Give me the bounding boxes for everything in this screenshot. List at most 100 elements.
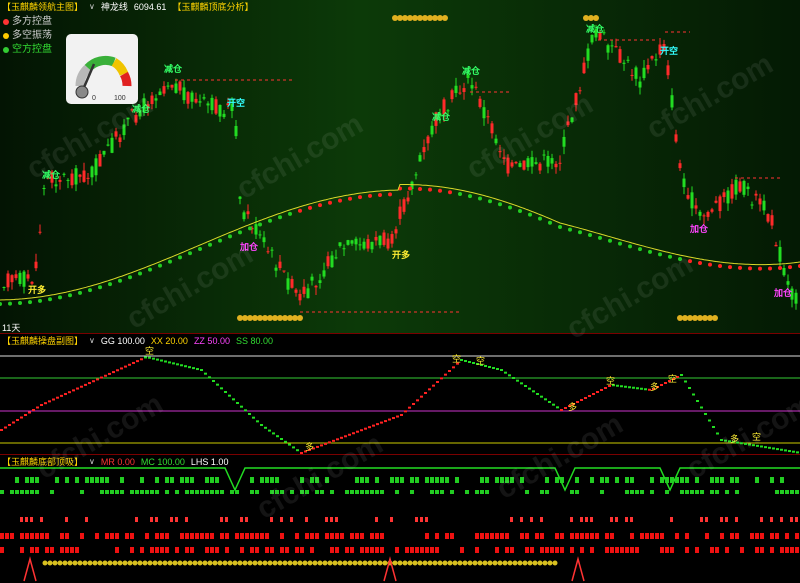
candle-body [270, 249, 274, 251]
oscillator-mark [752, 444, 755, 447]
signal-bar [370, 490, 374, 494]
signal-bar [220, 517, 223, 522]
signal-bar [500, 533, 504, 539]
signal-label: 减仓 [586, 23, 605, 34]
oscillator-panel[interactable]: 空空空空空空多多多多 【玉麒麟操盘副图】 ∨ GG 100.00 XX 20.0… [0, 334, 800, 454]
signal-bar [200, 490, 204, 494]
signal-bar [520, 517, 523, 522]
signal-bar [250, 490, 254, 494]
signal-bar [755, 533, 759, 539]
candle-body [274, 267, 278, 271]
candle-body [430, 125, 434, 135]
param-mc: MC 100.00 [140, 457, 185, 467]
oscillator-mark [176, 363, 179, 366]
coin-marker [67, 560, 73, 566]
candle-body [338, 242, 342, 246]
coin-marker [467, 560, 473, 566]
signal-bar [490, 533, 494, 539]
signal-bar [150, 490, 154, 494]
signal-bar [365, 490, 369, 494]
candle-body [82, 170, 86, 182]
coin-marker [527, 560, 533, 566]
candle-body [734, 179, 738, 195]
coin-marker [327, 560, 333, 566]
bottom-signal-canvas[interactable] [0, 455, 800, 583]
coin-marker [277, 560, 283, 566]
signal-bar [770, 533, 774, 539]
oscillator-mark [100, 376, 103, 379]
signal-bar [330, 533, 334, 539]
coin-marker [472, 560, 478, 566]
signal-bar [315, 490, 319, 494]
candle-body [190, 92, 194, 102]
signal-bar [590, 533, 594, 539]
candle-body [318, 280, 322, 284]
signal-bar [710, 547, 714, 553]
signal-bar [35, 533, 39, 539]
signal-bar [775, 490, 779, 494]
signal-bar [640, 490, 644, 494]
indicator-name: 神龙线 [100, 2, 128, 12]
trend-dot [268, 218, 272, 223]
signal-label: 开多 [392, 249, 410, 260]
signal-bar [580, 547, 584, 553]
signal-bar [10, 533, 14, 539]
candle-body [578, 90, 582, 92]
signal-bar [520, 533, 524, 539]
signal-bar [280, 533, 284, 539]
signal-bar [20, 533, 24, 539]
signal-bar [650, 490, 654, 494]
chevron-down-icon[interactable]: ∨ [89, 1, 95, 13]
legend-item-bear: 空方控盘 [3, 43, 52, 57]
signal-bar [180, 533, 184, 539]
oscillator-mark [316, 445, 319, 448]
trend-dot [668, 254, 672, 259]
oscillator-mark [436, 381, 439, 383]
coin-marker [192, 560, 198, 566]
trend-dot [368, 193, 372, 198]
candle-body [782, 267, 786, 276]
signal-bar [395, 547, 399, 553]
signal-bar [30, 517, 33, 522]
oscillator-mark [328, 441, 331, 444]
candle-body [194, 98, 198, 103]
trend-dot [138, 271, 142, 276]
chevron-down-icon[interactable]: ∨ [89, 456, 95, 468]
oscillator-mark [356, 430, 359, 433]
oscillator-mark [556, 406, 559, 409]
oscillator-mark [536, 393, 539, 395]
signal-bar [720, 517, 723, 522]
signal-bar [0, 547, 4, 553]
oscillator-canvas[interactable]: 空空 空空 空空多多多多 [0, 334, 800, 454]
candle-body [422, 147, 426, 153]
main-chart-panel[interactable]: 减仓 减仓 减仓 减仓 减仓 减仓 开空 开空 开多 开多 加仓 加仓 加仓 【玉麒麟领航主图】 ∨ 神… [0, 0, 800, 333]
candle-body [110, 137, 114, 153]
coin-marker [312, 560, 318, 566]
candle-body [374, 236, 378, 241]
signal-bar [670, 547, 674, 553]
chevron-down-icon[interactable]: ∨ [89, 335, 95, 347]
oscillator-mark [776, 448, 779, 451]
signal-bar [105, 490, 109, 494]
candle-body [166, 85, 170, 87]
signal-bar [710, 490, 714, 494]
coin-marker [42, 560, 48, 566]
signal-bar [755, 477, 759, 483]
signal-bar [270, 547, 274, 553]
oscillator-mark [140, 358, 143, 361]
signal-bar [635, 547, 639, 553]
signal-bar [65, 517, 68, 522]
signal-bar [400, 477, 404, 483]
signal-bar [570, 533, 574, 539]
signal-bar [120, 490, 124, 494]
oscillator-mark [224, 391, 227, 393]
oscillator-mark [248, 413, 251, 415]
oscillator-mark [716, 432, 719, 435]
coin-marker [712, 315, 718, 321]
signal-bar [30, 533, 34, 539]
bottom-signal-panel[interactable]: 【玉麒麟底部顶吸】 ∨ MR 0.00 MC 100.00 LHS 1.00 [0, 455, 800, 583]
coin-marker [207, 560, 213, 566]
signal-bar [700, 517, 703, 522]
oscillator-mark [760, 445, 763, 448]
oscillator-mark [116, 369, 119, 372]
